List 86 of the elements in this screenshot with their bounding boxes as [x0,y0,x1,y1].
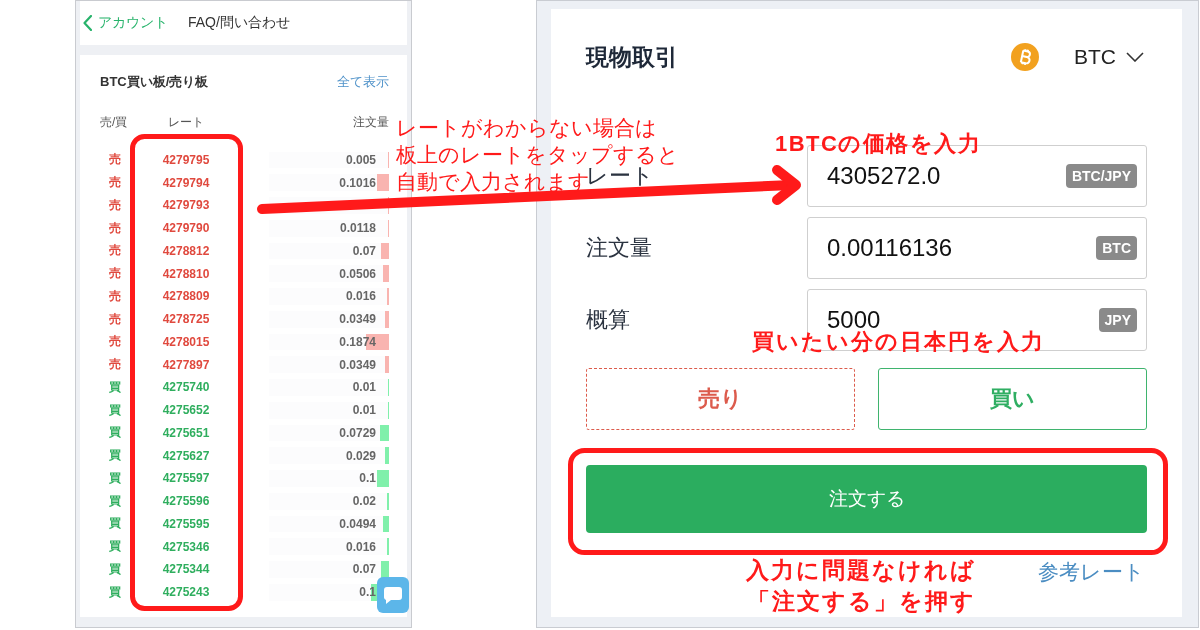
order-rate[interactable]: 4278725 [162,312,210,327]
order-amount: 0.07 [352,243,376,258]
order-amount: 0.1016 [339,175,376,190]
order-rate[interactable]: 4275346 [162,539,210,554]
annotation-text: 「注文する」を押す [746,587,976,616]
order-amount: 0.1874 [339,334,376,349]
order-rate[interactable]: 4278810 [162,266,210,281]
order-side: 買 [109,583,121,601]
input-field[interactable]: 0.00116136 BTC [807,217,1147,279]
order-side: 売 [109,265,121,283]
order-side: 売 [109,287,121,305]
order-amount: 0.005 [345,152,376,167]
order-side: 売 [109,310,121,328]
annotation-text: 入力に問題なければ [746,556,976,585]
order-amount: 0.07 [352,562,376,577]
column-header: 売/買 [100,113,129,131]
order-rate[interactable]: 4278015 [162,334,210,349]
order-rate[interactable]: 4277897 [162,357,210,372]
order-side: 買 [109,515,121,533]
show-all-link[interactable]: 全て表示 [337,73,389,91]
order-button[interactable]: 注文する [586,465,1147,533]
column-header: 注文量 [353,113,389,131]
reference-rate-link[interactable]: 参考レート [1038,559,1145,585]
order-book-title: BTC買い板/売り板 [100,73,209,91]
order-amount: 0.02 [352,494,376,509]
order-rate[interactable]: 4275595 [162,516,210,531]
order-rate[interactable]: 4275652 [162,403,210,418]
order-side: 買 [109,401,121,419]
order-rate[interactable]: 4278809 [162,289,210,304]
back-button[interactable]: アカウント [83,14,168,32]
chat-button[interactable] [377,577,409,613]
order-rate[interactable]: 4275627 [162,448,210,463]
order-side: 買 [109,424,121,442]
order-side: 買 [109,378,121,396]
field-label: 概算 [586,306,630,334]
order-amount: 0.01 [352,403,376,418]
order-amount: 0.0349 [339,357,376,372]
order-side: 売 [109,219,121,237]
order-side: 売 [109,242,121,260]
order-side: 売 [109,151,121,169]
order-amount: 0.01 [352,380,376,395]
column-header: レート [168,113,204,131]
order-rate[interactable]: 4275596 [162,494,210,509]
order-rate[interactable]: 4275243 [162,585,210,600]
annotation-text: レートがわからない場合は [396,115,657,141]
order-amount: 0.029 [345,448,376,463]
order-side: 買 [109,469,121,487]
sell-button[interactable]: 売り [586,368,855,430]
order-side: 買 [109,447,121,465]
order-rate[interactable]: 4275597 [162,471,210,486]
order-side: 買 [109,492,121,510]
order-side: 買 [109,560,121,578]
currency-select[interactable]: BTC [1074,45,1144,69]
unit-tag: JPY [1098,308,1137,332]
order-rate[interactable]: 4278812 [162,243,210,258]
order-amount: 0.1 [359,471,376,486]
order-rate[interactable]: 4275740 [162,380,210,395]
order-side: 売 [109,196,121,214]
order-amount: 0.0349 [339,312,376,327]
order-amount: 0.0494 [339,516,376,531]
order-rate[interactable]: 4275651 [162,425,210,440]
order-side: 売 [109,174,121,192]
order-amount: 0.016 [345,289,376,304]
field-label: 注文量 [586,234,652,262]
order-rate[interactable]: 4279793 [162,198,210,213]
unit-tag: BTC/JPY [1065,164,1137,188]
unit-tag: BTC [1096,236,1137,260]
order-side: 売 [109,356,121,374]
order-amount: 0.0729 [339,425,376,440]
chat-icon [384,586,402,604]
order-amount: 0.0118 [339,221,376,236]
order-side: 買 [109,538,121,556]
chevron-down-icon [1126,52,1144,62]
order-amount: 0.0506 [339,266,376,281]
chevron-left-icon [83,15,92,31]
order-side: 売 [109,333,121,351]
order-rate[interactable]: 4279790 [162,221,210,236]
coin-icon [1011,43,1039,71]
order-rate[interactable]: 4279795 [162,152,210,167]
order-rate[interactable]: 4279794 [162,175,210,190]
trade-title: 現物取引 [586,42,679,72]
page-title: FAQ/問い合わせ [188,14,290,32]
order-rate[interactable]: 4275344 [162,562,210,577]
order-amount: 0.016 [345,539,376,554]
annotation-text: 板上のレートをタップすると [396,142,679,167]
buy-button[interactable]: 買い [878,368,1147,430]
